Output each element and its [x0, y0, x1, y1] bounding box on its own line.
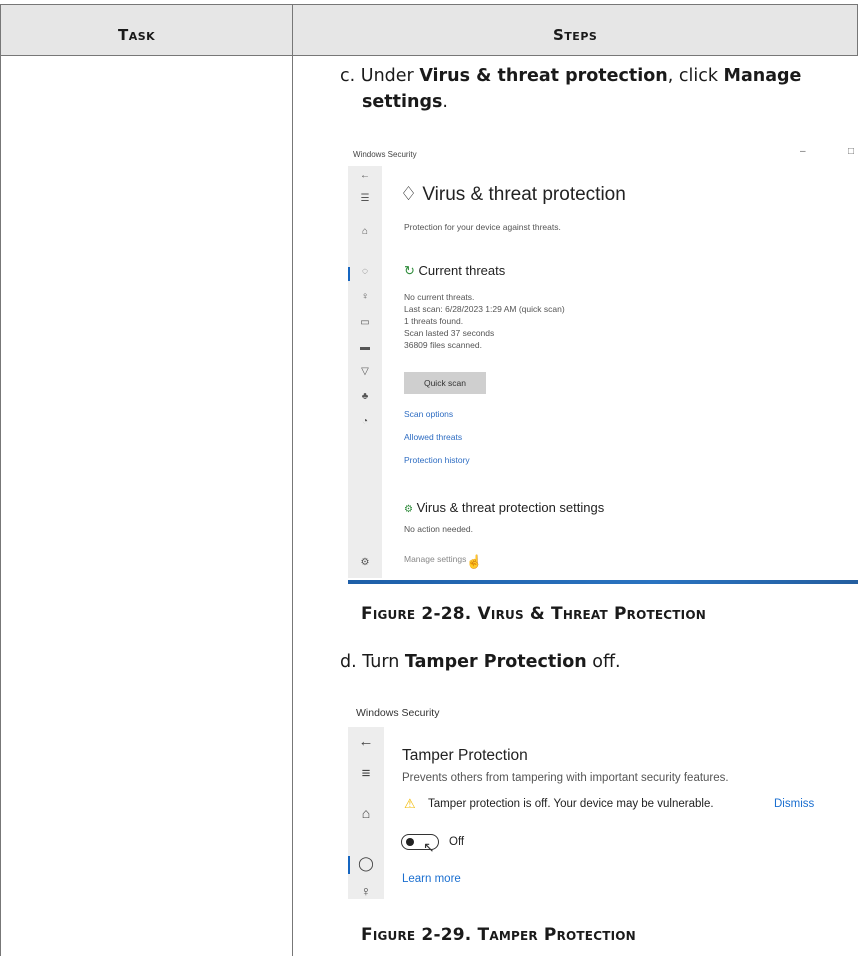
minimize-icon[interactable]: – [800, 146, 806, 157]
step-c: c. Under Virus & threat protection, clic… [340, 66, 802, 86]
window-title: Windows Security [356, 707, 440, 719]
toggle-knob [406, 838, 414, 846]
settings-gear-icon: ⚙ [404, 504, 413, 515]
manage-settings-link[interactable]: Manage settings [404, 554, 466, 564]
firewall-icon[interactable]: ▭ [348, 317, 382, 328]
threat-info-line: No current threats. [404, 292, 475, 302]
step-marker: d. [340, 652, 357, 672]
quick-scan-button[interactable]: Quick scan [404, 372, 486, 394]
taskbar-strip [348, 580, 858, 584]
learn-more-link[interactable]: Learn more [402, 873, 461, 885]
threat-info-line: Scan lasted 37 seconds [404, 328, 495, 338]
gear-icon[interactable]: ⚙ [348, 557, 382, 568]
shield-icon[interactable]: ◌ [348, 266, 382, 277]
shield-outline-icon: ♢ [400, 184, 418, 205]
tamper-protection-screenshot: Windows Security ← ≡ ⌂ ◯ ♀ Tamper Protec… [338, 703, 858, 899]
back-arrow-icon[interactable]: ← [348, 733, 384, 750]
column-header-steps: Steps [553, 26, 598, 44]
hamburger-menu-icon[interactable]: ☰ [348, 193, 382, 204]
allowed-threats-link[interactable]: Allowed threats [404, 432, 462, 442]
section-current-threats: ↻ Current threats [404, 263, 506, 278]
column-divider [292, 4, 293, 956]
scan-options-link[interactable]: Scan options [404, 409, 453, 419]
ui-term: settings [362, 92, 443, 112]
description: Prevents others from tampering with impo… [402, 772, 729, 784]
threat-info-line: 1 threats found. [404, 316, 464, 326]
history-icon[interactable]: ◔ [348, 416, 382, 427]
settings-status: No action needed. [404, 524, 473, 534]
warning-message: Tamper protection is off. Your device ma… [428, 798, 714, 810]
nav-rail: ← ☰ ⌂ ◌ ♀ ▭ ▬ ▽ ♣ ◔ ⚙ [348, 166, 382, 578]
app-browser-icon[interactable]: ▬ [348, 342, 382, 353]
person-icon[interactable]: ♀ [348, 883, 384, 899]
threat-info-line: 36809 files scanned. [404, 340, 482, 350]
page-subtitle: Protection for your device against threa… [404, 222, 561, 232]
page-title: Tamper Protection [402, 747, 528, 764]
ui-term: Manage [723, 66, 802, 86]
page-title: ♢ Virus & threat protection [400, 184, 626, 205]
threat-info-line: Last scan: 6/28/2023 1:29 AM (quick scan… [404, 304, 565, 314]
step-c-continued: settings. [362, 92, 448, 112]
device-security-icon[interactable]: ▽ [348, 366, 382, 377]
refresh-icon: ↻ [404, 263, 415, 278]
virus-threat-protection-screenshot: Windows Security – □ ← ☰ ⌂ ◌ ♀ ▭ ▬ ▽ ♣ ◔… [338, 136, 858, 585]
home-icon[interactable]: ⌂ [348, 226, 382, 237]
window-title: Windows Security [353, 150, 417, 159]
step-marker: c. [340, 66, 356, 86]
column-header-task: Task [118, 26, 156, 44]
maximize-icon[interactable]: □ [848, 146, 854, 157]
family-icon[interactable]: ♣ [348, 391, 382, 402]
protection-history-link[interactable]: Protection history [404, 455, 470, 465]
shield-icon[interactable]: ◯ [348, 855, 384, 872]
toggle-state-label: Off [449, 836, 465, 848]
dismiss-link[interactable]: Dismiss [774, 798, 814, 810]
ui-term: Virus & threat protection [419, 66, 668, 86]
figure-caption: Figure 2-29. Tamper Protection [361, 925, 636, 945]
hand-cursor-icon: ☝ [466, 554, 483, 569]
table-header: Task Steps [0, 4, 857, 56]
figure-caption: Figure 2-28. Virus & Threat Protection [361, 604, 706, 624]
back-arrow-icon[interactable]: ← [348, 170, 382, 181]
home-icon[interactable]: ⌂ [348, 805, 384, 821]
table-left-border [0, 4, 1, 956]
step-d: d. Turn Tamper Protection off. [340, 652, 621, 672]
pointer-cursor-icon: ↖ [423, 839, 435, 855]
section-protection-settings: ⚙ Virus & threat protection settings [404, 500, 605, 515]
person-icon[interactable]: ♀ [348, 291, 382, 302]
warning-icon: ⚠ [404, 796, 416, 811]
hamburger-menu-icon[interactable]: ≡ [348, 765, 384, 782]
nav-rail: ← ≡ ⌂ ◯ ♀ [348, 727, 384, 899]
ui-term: Tamper Protection [404, 652, 587, 672]
